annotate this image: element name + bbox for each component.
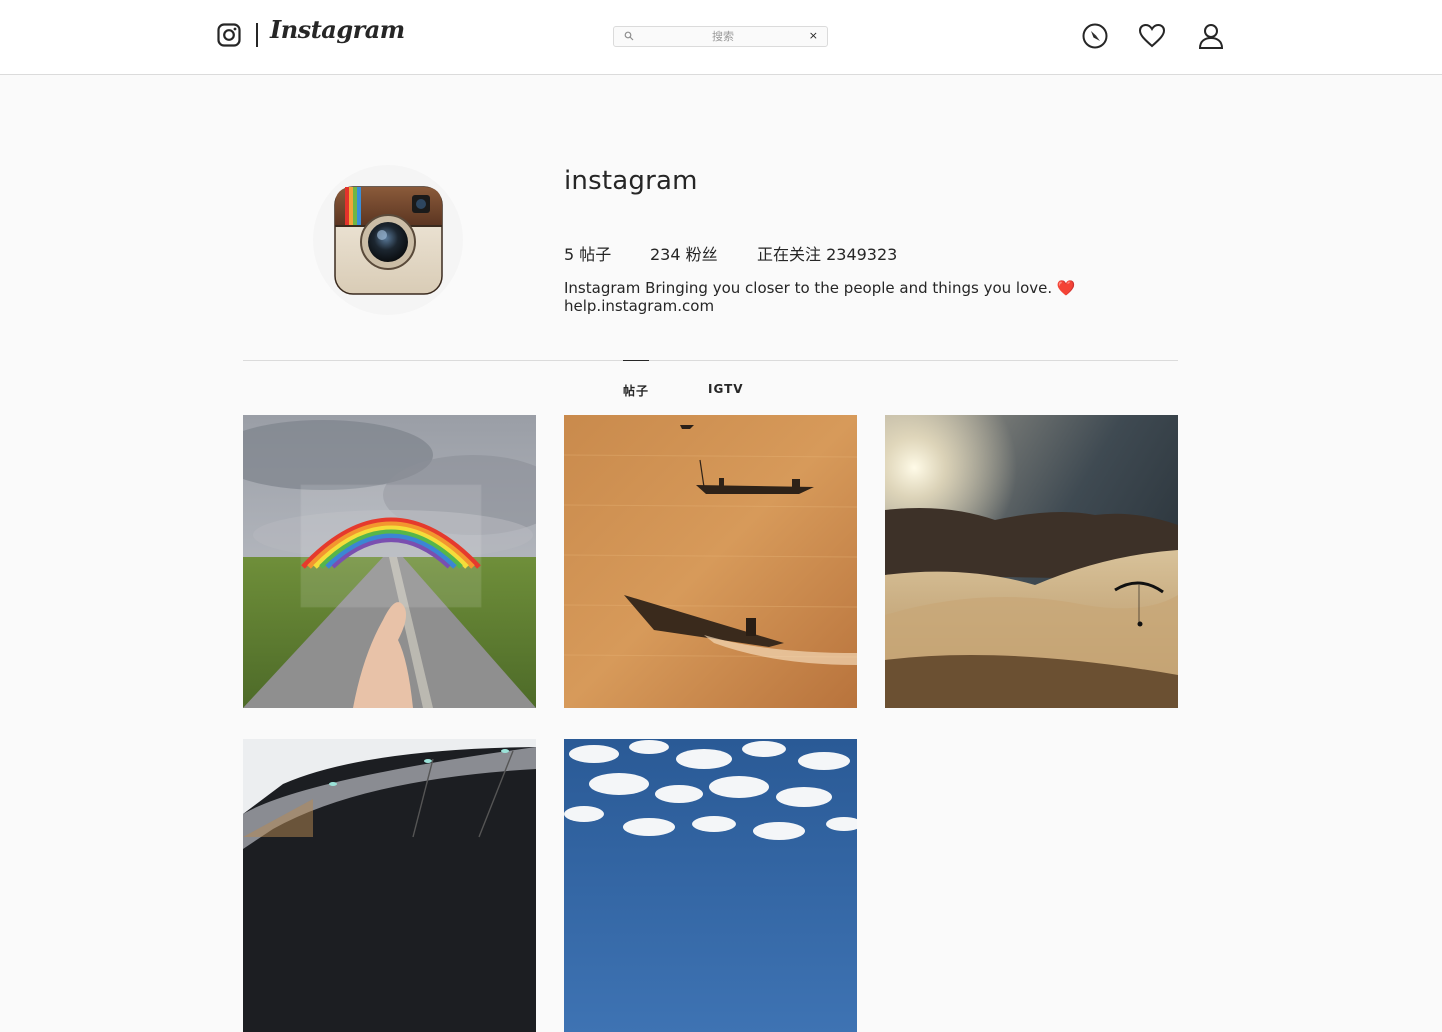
followers-count[interactable]: 234 粉丝 [650,241,718,265]
active-tab-indicator [623,360,649,361]
clear-search-icon[interactable]: × [809,29,818,42]
post-boats-sunset[interactable] [564,415,857,708]
clouds-sky-photo [564,739,857,1032]
logo-divider [256,23,258,47]
tab-igtv-label: IGTV [708,382,744,396]
bio-text: Instagram Bringing you closer to the peo… [564,279,1057,297]
post-architecture[interactable] [243,739,536,1032]
heart-icon[interactable] [1138,22,1166,50]
post-clouds-sky[interactable] [564,739,857,1032]
profile-bio: Instagram Bringing you closer to the peo… [564,279,1076,315]
instagram-camera-logo [334,186,443,295]
posts-count: 5 帖子 [564,245,612,264]
compass-icon[interactable] [1081,22,1109,50]
profile-avatar[interactable] [313,165,463,315]
boats-sunset-photo [564,415,857,708]
tab-posts-label: 帖子 [623,384,650,398]
post-paraglider-fog[interactable] [885,415,1178,708]
search-icon [624,31,634,41]
search-input[interactable] [638,27,808,46]
bio-link[interactable]: help.instagram.com [564,297,1076,315]
tabs-divider [243,360,1178,361]
post-rainbow-road[interactable] [243,415,536,708]
instagram-wordmark[interactable]: Instagram [270,15,405,44]
profile-username: instagram [564,166,698,196]
architecture-photo [243,739,536,1032]
user-icon[interactable] [1197,22,1225,50]
rainbow-road-photo [243,415,536,708]
search-box[interactable]: × [613,26,828,47]
heart-emoji-icon: ❤️ [1056,279,1076,297]
following-count[interactable]: 正在关注 2349323 [757,241,897,265]
paraglider-fog-photo [885,415,1178,708]
top-navigation-bar: Instagram × [0,0,1442,75]
instagram-glyph-icon[interactable] [217,23,241,47]
